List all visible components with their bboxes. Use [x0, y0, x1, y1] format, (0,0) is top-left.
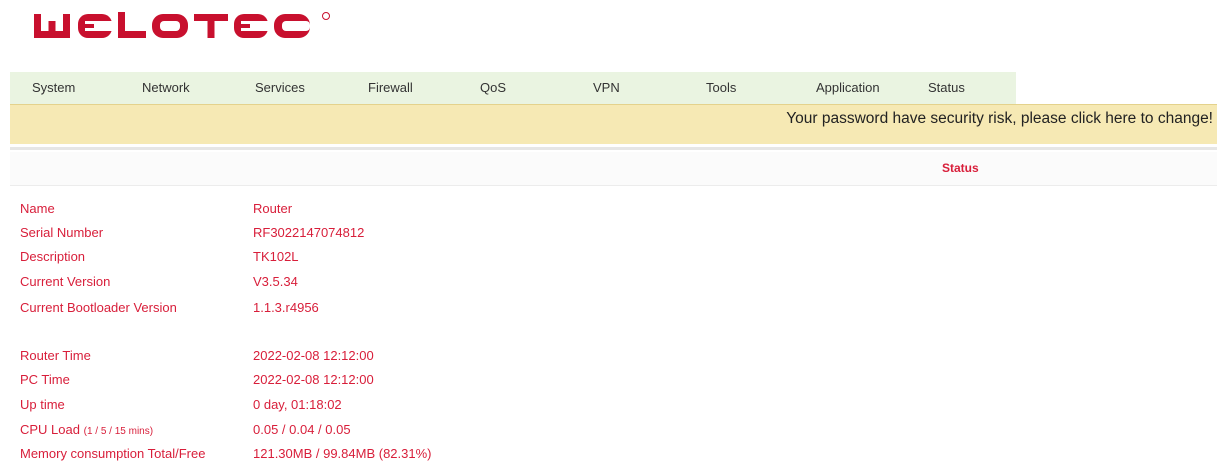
main-nav-bar: System Network Services Firewall QoS VPN…	[10, 72, 1016, 104]
info-label: PC Time	[20, 372, 70, 387]
router-status-page: System Network Services Firewall QoS VPN…	[0, 0, 1217, 465]
password-warning-bar: Your password have security risk, please…	[10, 104, 1217, 144]
info-row-name: Name Router	[20, 201, 720, 221]
info-value: RF3022147074812	[253, 225, 365, 240]
registered-mark-icon	[322, 12, 330, 20]
nav-item-qos[interactable]: QoS	[480, 72, 506, 104]
info-label: Description	[20, 249, 86, 264]
info-label-text: CPU Load	[20, 422, 80, 437]
info-row-up-time: Up time 0 day, 01:18:02	[20, 397, 720, 417]
info-label: Current Version	[20, 274, 111, 289]
nav-item-network[interactable]: Network	[142, 72, 190, 104]
info-value: V3.5.34	[253, 274, 298, 289]
info-label: Up time	[20, 397, 65, 412]
info-row-serial-number: Serial Number RF3022147074812	[20, 225, 720, 245]
info-label: Name	[20, 201, 55, 216]
info-label: Serial Number	[20, 225, 104, 240]
nav-item-tools[interactable]: Tools	[706, 72, 736, 104]
info-row-cpu-load: CPU Load (1 / 5 / 15 mins) 0.05 / 0.04 /…	[20, 422, 720, 442]
info-label: Memory consumption Total/Free	[20, 446, 206, 461]
status-title: Status	[942, 161, 979, 175]
nav-item-vpn[interactable]: VPN	[593, 72, 620, 104]
info-value: 1.1.3.r4956	[253, 300, 319, 315]
info-row-bootloader-version: Current Bootloader Version 1.1.3.r4956	[20, 300, 720, 320]
info-label: CPU Load (1 / 5 / 15 mins)	[20, 422, 153, 437]
info-value: 121.30MB / 99.84MB (82.31%)	[253, 446, 432, 461]
nav-item-application[interactable]: Application	[816, 72, 880, 104]
info-value: TK102L	[253, 249, 299, 264]
nav-item-status[interactable]: Status	[928, 72, 965, 104]
nav-item-firewall[interactable]: Firewall	[368, 72, 413, 104]
nav-item-services[interactable]: Services	[255, 72, 305, 104]
info-value: 2022-02-08 12:12:00	[253, 348, 374, 363]
status-header: Status	[10, 152, 1217, 186]
info-value: 0.05 / 0.04 / 0.05	[253, 422, 351, 437]
welotec-logo[interactable]	[34, 4, 334, 44]
section-divider	[10, 147, 1217, 150]
info-row-current-version: Current Version V3.5.34	[20, 274, 720, 294]
info-row-memory-consumption: Memory consumption Total/Free 121.30MB /…	[20, 446, 720, 465]
info-row-description: Description TK102L	[20, 249, 720, 269]
info-label: Router Time	[20, 348, 91, 363]
info-value: Router	[253, 201, 293, 216]
info-value: 2022-02-08 12:12:00	[253, 372, 374, 387]
welotec-logo-wordmark	[34, 12, 310, 38]
info-row-router-time: Router Time 2022-02-08 12:12:00	[20, 348, 720, 368]
info-value: 0 day, 01:18:02	[253, 397, 342, 412]
info-row-pc-time: PC Time 2022-02-08 12:12:00	[20, 372, 720, 392]
nav-item-system[interactable]: System	[32, 72, 75, 104]
password-warning-link[interactable]: Your password have security risk, please…	[786, 110, 1213, 128]
info-label: Current Bootloader Version	[20, 300, 177, 315]
info-label-suffix: (1 / 5 / 15 mins)	[83, 426, 154, 437]
